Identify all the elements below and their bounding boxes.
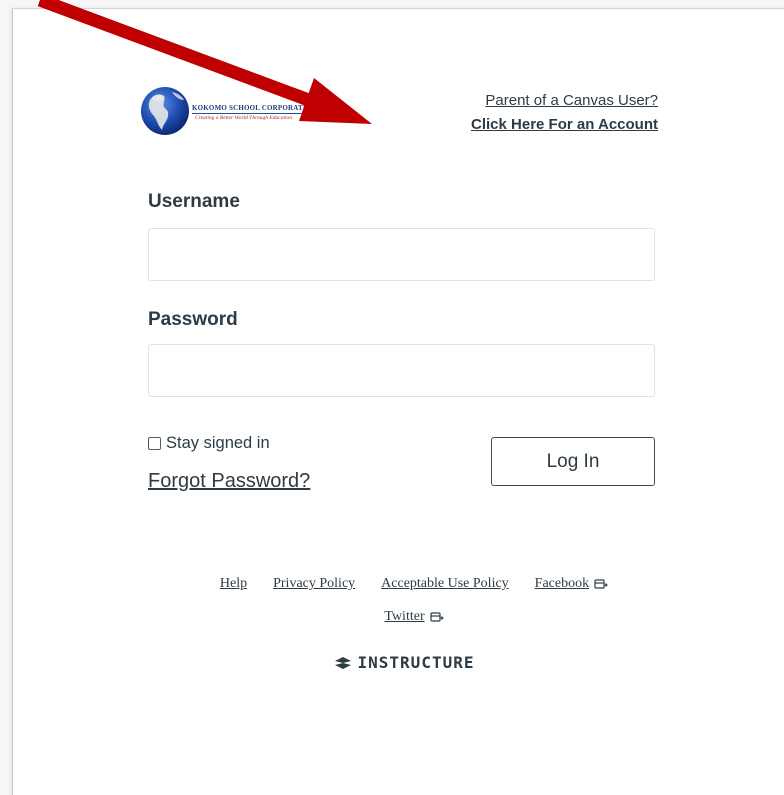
username-label: Username [148, 191, 240, 212]
parent-account-link[interactable]: Click Here For an Account [471, 116, 658, 133]
footer-links: Help Privacy Policy Acceptable Use Polic… [22, 576, 784, 592]
external-link-icon [430, 611, 444, 622]
stay-signed-in-checkbox[interactable] [148, 437, 161, 450]
username-input[interactable] [148, 228, 655, 281]
globe-icon [141, 87, 189, 135]
footer-link-privacy-policy[interactable]: Privacy Policy [273, 576, 355, 592]
external-link-icon [594, 578, 608, 589]
password-input[interactable] [148, 344, 655, 397]
stay-signed-in-label: Stay signed in [166, 434, 270, 452]
school-logo: KOKOMO SCHOOL CORPORATION Creating a Bet… [138, 80, 328, 142]
instructure-wordmark: INSTRUCTURE [357, 653, 475, 672]
footer-link-help-label: Help [219, 576, 248, 591]
logo-school-name: KOKOMO SCHOOL CORPORATION [192, 104, 317, 112]
logo-divider [192, 113, 326, 114]
footer-link-facebook-label: Facebook [534, 576, 590, 591]
stay-signed-in[interactable]: Stay signed in [148, 434, 270, 453]
password-label: Password [148, 309, 238, 330]
footer-links-second-row: Twitter [22, 609, 784, 625]
footer-link-facebook[interactable]: Facebook [535, 576, 608, 592]
parent-question-link[interactable]: Parent of a Canvas User? [485, 92, 658, 109]
instructure-brand[interactable]: INSTRUCTURE [0, 653, 784, 672]
login-button[interactable]: Log In [491, 437, 655, 486]
footer-link-twitter-label: Twitter [384, 609, 425, 624]
footer-link-privacy-policy-label: Privacy Policy [273, 576, 356, 591]
logo-tagline: Creating a Better World Through Educatio… [195, 115, 293, 121]
footer-link-acceptable-use-policy[interactable]: Acceptable Use Policy [381, 576, 509, 592]
login-panel [12, 8, 784, 795]
footer-link-acceptable-use-policy-label: Acceptable Use Policy [381, 576, 509, 591]
forgot-password-link[interactable]: Forgot Password? [148, 470, 310, 493]
instructure-logo-icon [334, 656, 351, 669]
footer-link-twitter[interactable]: Twitter [384, 609, 444, 625]
footer-link-help[interactable]: Help [220, 576, 247, 592]
